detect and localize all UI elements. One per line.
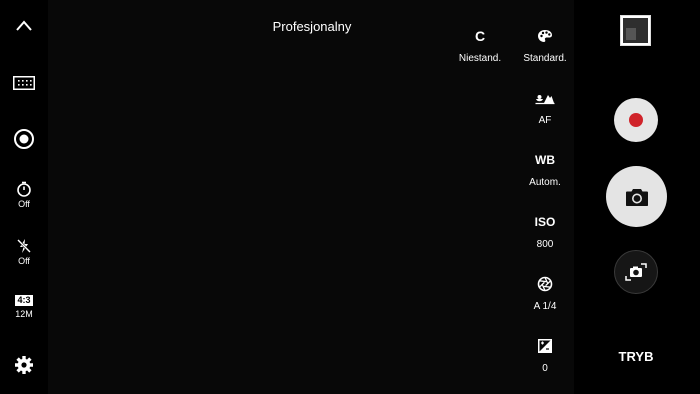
custom-label: C	[474, 28, 486, 44]
wb-value: Autom.	[529, 177, 561, 188]
switch-camera-button[interactable]	[614, 250, 658, 294]
flash-value: Off	[18, 256, 30, 266]
focus-button[interactable]	[0, 128, 48, 150]
timer-value: Off	[18, 199, 30, 209]
resolution-value: 12M	[15, 309, 33, 319]
gear-icon	[15, 356, 33, 374]
shutter-setting[interactable]: A 1/4	[515, 275, 575, 313]
focus-setting[interactable]: AF	[515, 89, 575, 127]
wb-label: WB	[535, 153, 555, 167]
switch-camera-icon	[625, 263, 647, 281]
focus-mountain-icon	[535, 95, 555, 105]
flash-off-icon	[17, 239, 31, 253]
flash-button[interactable]: Off	[0, 238, 48, 266]
focus-target-icon	[14, 129, 34, 149]
mode-title: Profesjonalny	[272, 19, 352, 34]
left-toolbar: Off Off 4:3 12M	[0, 0, 48, 394]
custom-setting[interactable]: C Niestand.	[450, 27, 510, 65]
exposure-setting[interactable]: 0	[515, 337, 575, 375]
iso-label: ISO	[534, 215, 556, 229]
exposure-value: 0	[542, 363, 548, 374]
timer-button[interactable]: Off	[0, 181, 48, 209]
settings-button[interactable]	[0, 355, 48, 375]
iso-setting[interactable]: ISO 800	[515, 213, 575, 251]
shutter-button[interactable]	[606, 166, 667, 227]
collapse-button[interactable]	[0, 17, 48, 35]
shutter-value: A 1/4	[533, 301, 557, 312]
mode-button[interactable]: TRYB	[606, 349, 666, 364]
ratio-badge: 4:3	[15, 295, 33, 306]
camera-screen: Off Off 4:3 12M Profesjonalny C Niestand…	[0, 0, 700, 394]
iso-value: 800	[536, 239, 554, 250]
palette-icon	[538, 30, 552, 42]
chevron-up-icon	[16, 20, 32, 31]
timer-icon	[17, 181, 31, 197]
grid-icon	[13, 76, 35, 90]
tone-setting[interactable]: Standard.	[515, 27, 575, 65]
tone-value: Standard.	[523, 53, 567, 64]
wb-setting[interactable]: WB Autom.	[515, 151, 575, 189]
aperture-icon	[537, 276, 553, 292]
custom-value: Niestand.	[458, 53, 502, 64]
focus-value: AF	[538, 115, 552, 126]
camera-icon	[625, 188, 648, 206]
ratio-button[interactable]: 4:3 12M	[0, 295, 48, 319]
grid-button[interactable]	[0, 76, 48, 90]
record-icon	[629, 113, 643, 127]
record-button[interactable]	[614, 98, 658, 142]
gallery-thumbnail[interactable]	[620, 15, 651, 46]
exposure-icon	[538, 339, 552, 353]
